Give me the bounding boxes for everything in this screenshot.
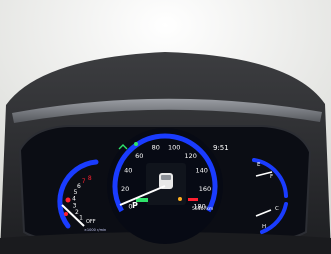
speed-tick-label: 140	[195, 167, 207, 175]
fuel-empty-label: E	[257, 162, 261, 168]
tach-tick-label: 2	[75, 209, 79, 216]
tach-tick-label: 1	[79, 215, 83, 222]
temp-hot-label: H	[262, 224, 266, 230]
indicator-amber	[178, 197, 182, 201]
tach-tick-label: 8	[88, 175, 92, 182]
speed-tick-label: 20	[121, 185, 129, 193]
warning-light-red-2	[64, 212, 68, 216]
tach-tick-label: 4	[72, 196, 76, 203]
tach-tick-label: 3	[73, 203, 77, 210]
speed-tick-label: 160	[199, 185, 211, 193]
speed-tick-label: 120	[184, 152, 196, 160]
speed-tick-label: 100	[168, 144, 180, 152]
eco-indicator-green	[136, 198, 148, 202]
indicator-green-top	[134, 142, 138, 146]
tach-tick-label: 7	[82, 178, 86, 185]
speed-tick-label: 80	[152, 144, 160, 152]
warning-light-red	[65, 197, 71, 203]
tachometer-off-label: OFF	[86, 219, 96, 225]
fuel-full-label: F	[270, 174, 273, 180]
tach-tick-label: 6	[77, 183, 81, 190]
odometer-readout: 56467km	[192, 206, 213, 212]
tachometer-unit-label: ×1000 r/min	[84, 228, 106, 232]
time-readout: 9:51	[213, 144, 229, 152]
tach-tick-label: 5	[74, 189, 78, 196]
speed-tick-label: 40	[124, 167, 132, 175]
temp-cold-label: C	[275, 206, 279, 212]
gear-indicator: P	[132, 201, 138, 210]
indicator-red-bar	[188, 198, 198, 201]
speed-tick-label: 60	[135, 152, 143, 160]
